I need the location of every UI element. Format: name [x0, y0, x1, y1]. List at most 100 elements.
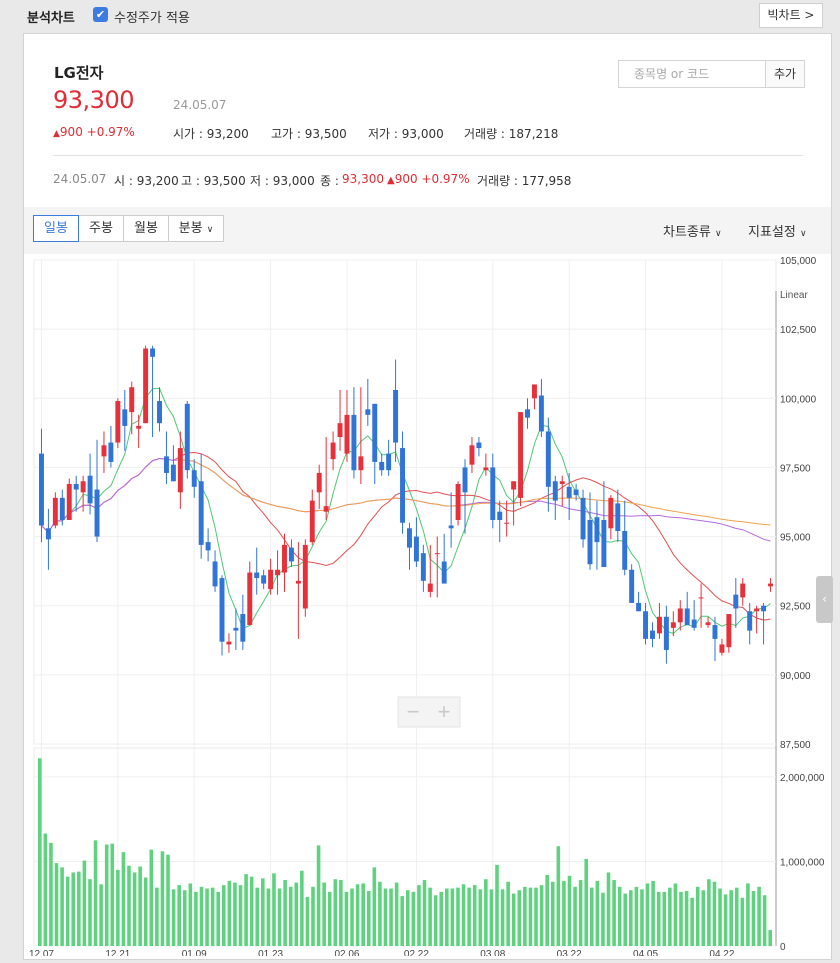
volume-bar	[216, 891, 220, 946]
chevron-down-icon: ∨	[714, 229, 722, 239]
volume-bar	[406, 890, 410, 946]
volume-bar	[640, 889, 644, 946]
volume-bar	[316, 845, 321, 946]
tab-weekly[interactable]: 주봉	[78, 215, 124, 242]
summary-date: 24.05.07	[53, 172, 107, 186]
x-tick-label: 04.22	[709, 949, 734, 956]
price-tick-label: 102,500	[780, 325, 817, 336]
volume-bar	[651, 880, 655, 946]
candle-body	[434, 553, 440, 555]
zoom-out-icon: −	[407, 699, 420, 724]
tab-minute[interactable]: 분봉 ∨	[168, 215, 224, 242]
candle-body	[351, 414, 357, 471]
candlestick-chart[interactable]: Linear 105,000 102,500 100,000 97,500 95,000 9…	[24, 256, 831, 960]
volume-bar	[99, 884, 103, 946]
volume-bar	[283, 880, 287, 946]
candle-body	[316, 472, 322, 493]
candle-body	[698, 597, 704, 599]
volume-bar	[718, 888, 722, 946]
candle-body	[288, 547, 294, 562]
open-price: 시가 : 93,200	[173, 127, 249, 141]
volume-bar	[60, 867, 64, 946]
volume-bar	[166, 854, 170, 946]
candle-body	[427, 583, 433, 592]
candle-body	[636, 602, 642, 612]
candle-body	[323, 506, 329, 512]
volume-bar	[300, 870, 304, 946]
side-panel-toggle[interactable]: ‹	[816, 576, 833, 623]
volume-bar	[746, 883, 750, 946]
stock-name: LG전자	[54, 64, 104, 82]
tab-monthly[interactable]: 월봉	[123, 215, 169, 242]
volume-bar	[43, 833, 48, 946]
volume-tick-label: 1,000,000	[780, 857, 825, 868]
candle-body	[469, 445, 475, 465]
up-arrow-icon: ▲	[53, 129, 60, 139]
volume-bar	[751, 891, 756, 946]
candle-body	[622, 531, 628, 570]
volume-bar	[255, 887, 260, 946]
volume-bar	[155, 887, 159, 946]
volume-bar	[372, 867, 377, 946]
candle-body	[587, 519, 593, 565]
candle-body	[191, 470, 197, 487]
price-tick-label: 92,500	[780, 602, 811, 613]
add-stock-button[interactable]: 추가	[765, 60, 805, 88]
volume-bar	[272, 873, 276, 946]
x-tick-label: 01.09	[182, 949, 207, 956]
candle-body	[372, 403, 378, 462]
period-tabs: 일봉 주봉 월봉 분봉 ∨	[33, 215, 224, 242]
adjusted-price-checkbox[interactable]: ✔	[93, 7, 108, 22]
candle-body	[476, 442, 482, 449]
volume-bar	[93, 840, 98, 946]
volume-bar	[534, 887, 538, 946]
volume-bar	[233, 882, 237, 946]
x-tick-label: 04.05	[633, 949, 658, 956]
candle-body	[573, 489, 579, 496]
chart-type-select[interactable]: 차트종류 ∨	[663, 221, 722, 240]
adjusted-price-label[interactable]: 수정주가 적용	[114, 7, 190, 26]
volume-bar	[71, 872, 76, 946]
volume-bar	[511, 893, 516, 946]
volume-bar	[311, 886, 315, 946]
candle-body	[483, 467, 489, 471]
tab-minute-label: 분봉	[178, 221, 203, 236]
volume-bar	[149, 849, 154, 946]
volume-bar	[350, 888, 354, 946]
candle-body	[601, 519, 607, 567]
stock-search-input[interactable]: 종목명 or 코드	[618, 60, 766, 88]
volume-bar	[366, 891, 371, 946]
tab-daily[interactable]: 일봉	[33, 215, 79, 242]
volume-bar	[740, 897, 745, 946]
candle-body	[302, 544, 308, 609]
summary-change: ▲900 +0.97%	[387, 172, 470, 186]
volume-bar	[734, 887, 739, 946]
candle-body	[566, 486, 572, 498]
candle-body	[740, 583, 746, 598]
candle-body	[393, 389, 399, 443]
volume-bar	[227, 880, 232, 946]
volume-bar	[562, 880, 566, 946]
trade-volume: 거래량 : 187,218	[464, 127, 559, 141]
chart-area[interactable]: Linear 105,000 102,500 100,000 97,500 95,000 9…	[24, 256, 831, 960]
candle-body	[52, 497, 58, 526]
volume-bar	[573, 886, 577, 946]
candle-body	[518, 412, 524, 498]
volume-bar	[495, 864, 499, 946]
summary-close-label: 종 :	[320, 174, 339, 188]
volume-bar	[49, 842, 53, 946]
candle-body	[726, 614, 732, 648]
indicator-settings-select[interactable]: 지표설정 ∨	[748, 221, 807, 240]
candle-body	[379, 461, 385, 471]
volume-bar	[679, 891, 683, 946]
volume-bar	[411, 891, 416, 946]
candle-body	[615, 503, 621, 532]
volume-bar	[182, 890, 187, 946]
volume-bar	[199, 886, 204, 946]
candle-body	[268, 569, 274, 590]
big-chart-button[interactable]: 빅차트 >	[759, 3, 823, 28]
volume-bar	[757, 886, 761, 946]
volume-bar	[478, 889, 483, 946]
candle-body	[504, 522, 510, 524]
volume-bar	[65, 876, 70, 946]
